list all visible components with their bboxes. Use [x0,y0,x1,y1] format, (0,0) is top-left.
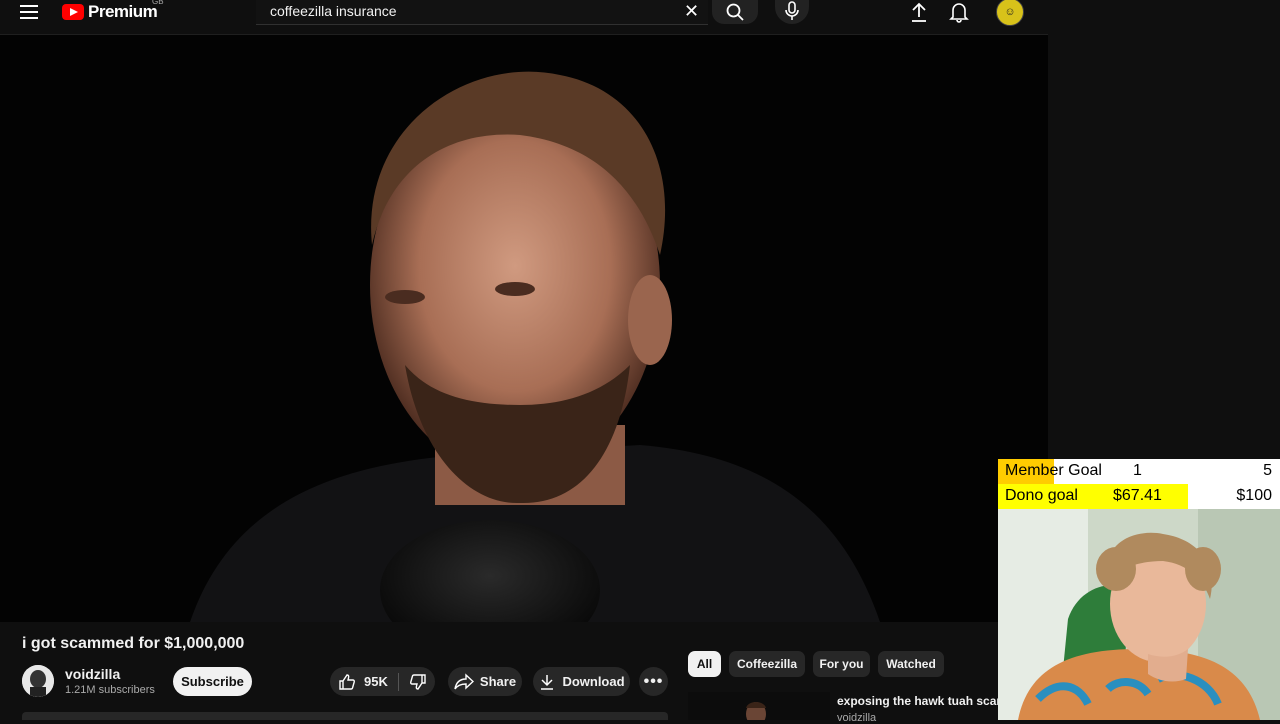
search-box: ✕ [256,0,708,25]
member-goal-target: 5 [1263,462,1272,479]
recommendation-title[interactable]: exposing the hawk tuah scam [837,694,1007,708]
thumbs-down-icon [409,673,426,690]
recommendation-channel: voidzilla [837,712,877,724]
description-box[interactable] [22,712,668,720]
member-goal-label: Member Goal [1005,462,1102,479]
streamer-webcam [998,509,1280,720]
like-button[interactable]: 95K [330,667,388,696]
webcam-feed [998,509,1280,720]
chip-watched[interactable]: Watched [878,651,944,677]
share-label: Share [479,674,517,689]
like-count: 95K [364,674,388,689]
download-icon [541,674,554,690]
dono-goal: Dono goal $67.41 $100 [998,484,1280,509]
chip-coffeezilla[interactable]: Coffeezilla [729,651,805,677]
channel-avatar-image [22,665,54,697]
bell-icon [949,3,969,23]
search-button[interactable] [712,0,758,24]
dislike-button[interactable] [409,667,427,696]
search-icon [726,3,744,21]
top-bar: Premium GB ✕ ☺ [0,0,1048,35]
youtube-premium-logo[interactable]: Premium GB [62,0,164,24]
country-code: GB [152,0,164,6]
more-actions-button[interactable]: ••• [639,667,668,696]
like-divider [397,672,399,691]
video-frame [0,35,1048,622]
subscriber-count: 1.21M subscribers [65,684,155,696]
search-input[interactable] [270,0,670,22]
chip-for-you[interactable]: For you [813,651,870,677]
channel-name[interactable]: voidzilla [65,666,120,682]
download-label: Download [562,674,625,689]
video-title: i got scammed for $1,000,000 [22,635,245,652]
thumbnail-image [688,692,830,720]
channel-avatar[interactable] [22,665,54,697]
youtube-logo-icon [62,4,84,20]
menu-icon[interactable] [20,0,44,24]
subscribe-button[interactable]: Subscribe [173,667,252,696]
share-button[interactable]: Share [448,667,522,696]
dono-goal-target: $100 [1236,487,1272,504]
like-dislike-group: 95K [330,667,435,696]
upload-icon [912,2,926,22]
recommendation-thumbnail[interactable] [688,692,830,720]
stream-goals-overlay: Member Goal 1 5 Dono goal $67.41 $100 [998,459,1280,509]
chip-all[interactable]: All [688,651,721,677]
member-goal-current: 1 [1133,462,1142,479]
more-icon: ••• [643,672,664,690]
microphone-icon [785,1,799,20]
notifications-button[interactable] [947,0,971,24]
brand-label: Premium [88,2,158,21]
thumbs-up-icon [339,673,355,690]
share-icon [454,672,474,690]
member-goal: Member Goal 1 5 [998,459,1280,484]
dono-goal-label: Dono goal [1005,487,1078,504]
voice-search-button[interactable] [775,0,809,24]
dono-goal-current: $67.41 [1113,487,1162,504]
clear-search-icon[interactable]: ✕ [684,1,699,22]
upload-button[interactable] [907,0,931,24]
video-player[interactable] [0,35,1048,622]
download-button[interactable]: Download [533,667,630,696]
account-avatar[interactable]: ☺ [996,0,1024,26]
